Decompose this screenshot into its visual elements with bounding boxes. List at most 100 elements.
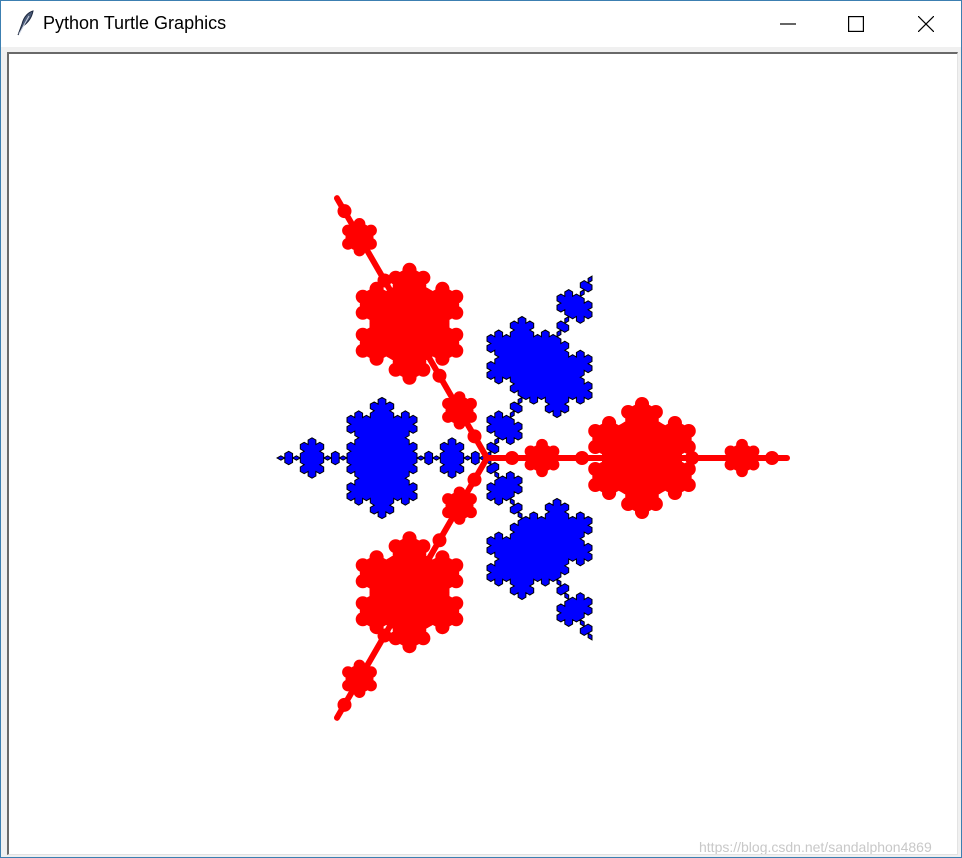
fractal-blob	[524, 445, 537, 458]
fractal-blob	[383, 327, 398, 342]
fractal-blob	[402, 531, 417, 546]
maximize-button[interactable]	[821, 1, 891, 47]
feather-icon	[15, 10, 35, 36]
fractal-blob	[449, 327, 464, 342]
fractal-blob	[383, 343, 398, 358]
fractal-blob	[449, 596, 464, 611]
fractal-blob	[453, 486, 466, 499]
minimize-icon	[780, 23, 796, 25]
fractal-blob	[369, 351, 384, 366]
fractal-blob	[353, 244, 366, 257]
fractal-blob	[383, 596, 398, 611]
fractal-blob	[547, 445, 560, 458]
fractal-blob	[747, 445, 760, 458]
fractal-blob	[681, 423, 696, 439]
fractal-blob	[402, 639, 417, 654]
turtle-canvas[interactable]: https://blog.csdn.net/sandalphon4869	[7, 52, 958, 855]
fractal-bead	[377, 273, 392, 288]
fractal-blob	[342, 666, 354, 679]
fractal-blob	[648, 496, 663, 512]
fractal-blob	[416, 362, 431, 377]
fractal-blob	[449, 612, 464, 627]
fractal-blob	[365, 679, 377, 692]
fractal-bead	[575, 451, 589, 465]
fractal-blob	[402, 370, 417, 385]
fractal-blob	[634, 396, 650, 412]
fractal-blob	[421, 558, 436, 573]
fractal-blob	[355, 596, 370, 611]
watermark-text: https://blog.csdn.net/sandalphon4869	[699, 839, 932, 855]
fractal-blob	[442, 506, 454, 519]
fractal-bead	[432, 368, 447, 383]
fractal-blob	[421, 574, 436, 589]
fractal-blob	[602, 485, 617, 501]
fractal-blob	[365, 237, 377, 250]
fractal-blob	[388, 286, 403, 301]
fractal-blob	[421, 305, 436, 320]
fractal-blob	[421, 327, 436, 342]
fractal-blob	[588, 477, 603, 493]
fractal-blob	[724, 445, 737, 458]
fractal-blob	[355, 327, 370, 342]
fractal-blob	[383, 574, 398, 589]
fractal-blob	[667, 415, 682, 431]
fractal-blob	[453, 513, 466, 525]
fractal-blob	[615, 461, 630, 477]
fractal-blob	[369, 313, 384, 328]
fractal-blob	[449, 558, 464, 573]
fractal-bead	[467, 429, 482, 444]
minimize-button[interactable]	[753, 1, 823, 47]
fractal-bead	[467, 472, 482, 487]
fractal-blob	[369, 582, 384, 597]
drawing-surface	[275, 195, 790, 721]
fractal-blob	[355, 343, 370, 358]
fractal-blob	[654, 461, 669, 477]
fractal-blob	[681, 477, 696, 493]
fractal-blob	[449, 289, 464, 304]
fractal-blob	[402, 607, 417, 622]
fractal-blob	[353, 217, 366, 230]
fractal-blob	[402, 338, 417, 353]
title-bar[interactable]: Python Turtle Graphics	[1, 1, 961, 47]
fractal-blob	[449, 305, 464, 320]
close-icon	[918, 16, 934, 32]
fractal-blob	[435, 582, 450, 597]
fractal-blob	[536, 438, 548, 451]
fractal-blob	[355, 612, 370, 627]
fractal-blob	[402, 262, 417, 277]
fractal-blob	[736, 438, 748, 451]
fractal-blob	[342, 224, 354, 237]
fractal-blob	[588, 423, 603, 439]
fractal-blob	[465, 397, 477, 410]
fractal-blob	[465, 493, 477, 505]
fractal-blob	[615, 439, 630, 455]
fractal-blob	[747, 458, 760, 471]
fractal-blob	[355, 574, 370, 589]
fractal-blob	[353, 686, 366, 699]
fractal-blob	[342, 237, 354, 250]
fractal-blob	[536, 465, 548, 478]
fractal-bead	[685, 451, 699, 465]
fractal-blob	[365, 224, 377, 237]
fractal-blob	[547, 458, 560, 471]
fractal-blob	[435, 351, 450, 366]
fractal-bead	[377, 628, 392, 643]
fractal-blob	[602, 447, 617, 463]
fractal-blob	[383, 612, 398, 627]
fractal-blob	[416, 615, 431, 630]
fractal-blob	[442, 493, 454, 505]
fractal-blob	[369, 550, 384, 565]
fractal-blob	[421, 596, 436, 611]
fractal-blob	[388, 555, 403, 570]
fractal-blob	[654, 439, 669, 455]
fractal-blob	[421, 289, 436, 304]
fractal-blob	[667, 447, 682, 463]
fractal-blob	[465, 411, 477, 423]
fractal-blob	[634, 428, 650, 444]
close-button[interactable]	[891, 1, 961, 47]
fractal-blob	[602, 415, 617, 431]
fractal-bead	[337, 204, 352, 219]
fractal-blob	[736, 465, 748, 478]
fractal-blob	[524, 458, 537, 471]
fractal-blob	[621, 404, 636, 420]
